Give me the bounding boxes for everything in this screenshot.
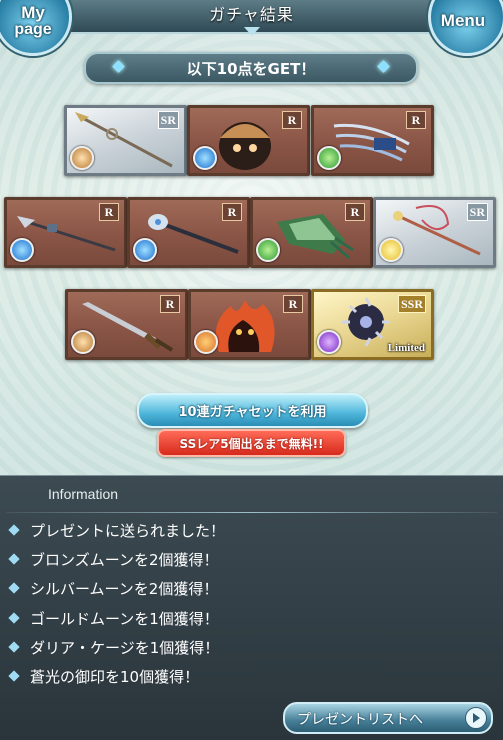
diamond-bullet-icon xyxy=(8,524,20,536)
rarity-badge: R xyxy=(345,203,365,221)
information-panel: Information プレゼントに送られました！ ブロンズムーンを2個獲得！ … xyxy=(0,475,503,740)
earth-element-icon xyxy=(71,330,95,354)
information-item-text: ブロンズムーンを2個獲得！ xyxy=(30,551,219,569)
fire-element-icon xyxy=(194,330,218,354)
limited-label: Limited xyxy=(387,342,425,354)
diamond-bullet-icon xyxy=(8,612,20,624)
result-card-10[interactable]: SSR Limited xyxy=(311,289,434,360)
rarity-badge: R xyxy=(406,111,426,129)
rarity-badge: R xyxy=(283,295,303,313)
diamond-bullet-icon xyxy=(8,641,20,653)
ten-draw-gacha-label: 10連ガチャセットを利用 xyxy=(178,405,327,420)
information-item-text: プレゼントに送られました！ xyxy=(30,522,226,540)
divider xyxy=(6,512,497,513)
result-card-5[interactable]: R xyxy=(127,197,250,268)
ten-draw-gacha-button[interactable]: 10連ガチャセットを利用 xyxy=(137,393,368,428)
wind-element-icon xyxy=(256,238,280,262)
free-until-ssr-banner[interactable]: SSレア5個出るまで無料!! xyxy=(157,429,346,457)
dark-element-icon xyxy=(317,330,341,354)
present-list-button[interactable]: プレゼントリストへ xyxy=(283,702,493,734)
earth-element-icon xyxy=(70,146,94,170)
result-card-9[interactable]: R xyxy=(188,289,311,360)
rarity-badge: SR xyxy=(466,203,488,221)
light-element-icon xyxy=(379,238,403,262)
free-until-ssr-text: SSレア5個出るまで無料!! xyxy=(179,437,324,451)
rarity-badge: R xyxy=(99,203,119,221)
wind-element-icon xyxy=(317,146,341,170)
information-item-text: 蒼光の御印を10個獲得！ xyxy=(30,668,200,686)
diamond-bullet-icon xyxy=(8,582,20,594)
result-banner-text: 以下10点をGET！ xyxy=(186,60,316,78)
information-item-text: ダリア・ケージを1個獲得！ xyxy=(30,639,220,657)
water-element-icon xyxy=(10,238,34,262)
result-card-1[interactable]: SR xyxy=(64,105,187,176)
rarity-badge: R xyxy=(282,111,302,129)
information-item-text: ゴールドムーンを1個獲得！ xyxy=(30,610,219,628)
rarity-badge: SR xyxy=(157,111,179,129)
diamond-bullet-icon xyxy=(8,670,20,682)
water-element-icon xyxy=(133,238,157,262)
rarity-badge: SSR xyxy=(397,295,426,313)
arrow-right-icon xyxy=(465,707,487,729)
information-heading: Information xyxy=(48,486,119,502)
result-card-6[interactable]: R xyxy=(250,197,373,268)
diamond-bullet-icon xyxy=(8,553,20,565)
water-element-icon xyxy=(193,146,217,170)
result-card-3[interactable]: R xyxy=(311,105,434,176)
menu-label: Menu xyxy=(440,11,486,30)
result-card-2[interactable]: R xyxy=(187,105,310,176)
rarity-badge: R xyxy=(160,295,180,313)
result-banner: 以下10点をGET！ xyxy=(84,52,418,84)
rarity-badge: R xyxy=(222,203,242,221)
result-card-7[interactable]: SR xyxy=(373,197,496,268)
result-card-8[interactable]: R xyxy=(65,289,188,360)
result-card-4[interactable]: R xyxy=(4,197,127,268)
mypage-label-line1: My xyxy=(21,3,45,22)
present-list-label: プレゼントリストへ xyxy=(297,712,423,728)
title-pointer-icon xyxy=(244,27,260,36)
information-item-text: シルバームーンを2個獲得！ xyxy=(30,580,219,598)
mypage-label-line2: page xyxy=(14,21,52,38)
